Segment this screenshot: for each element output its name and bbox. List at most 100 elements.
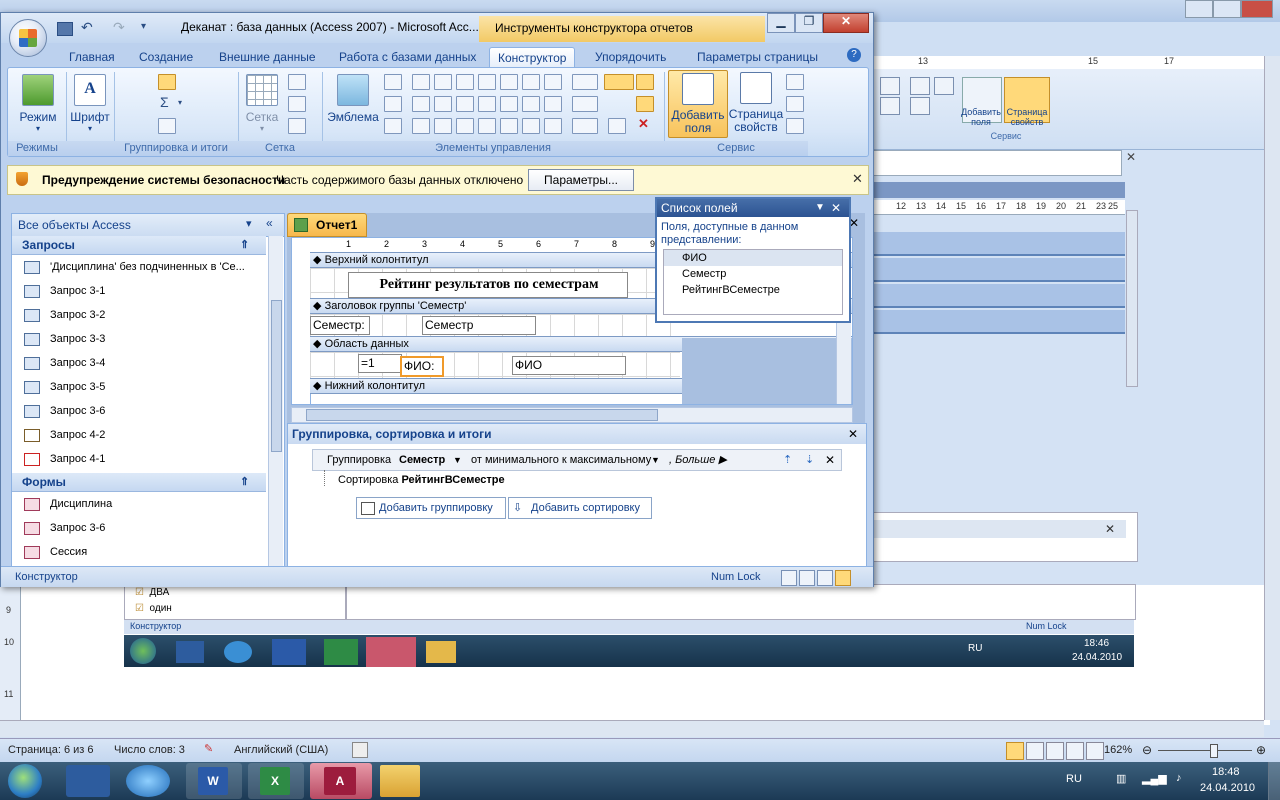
forms-section[interactable]: Формы ⇑ <box>12 473 266 492</box>
status-words[interactable]: Число слов: 3 <box>114 744 185 756</box>
line-color-2-icon[interactable] <box>572 118 598 134</box>
list-item[interactable]: Запрос 3-1 <box>12 279 268 303</box>
network-icon[interactable]: ▥ <box>1116 772 1126 785</box>
show-desktop-button[interactable] <box>1268 762 1280 800</box>
restore-icon[interactable] <box>1213 0 1241 18</box>
volume-icon[interactable]: ♪ <box>1176 772 1182 784</box>
hide-details-icon[interactable] <box>158 118 176 134</box>
hyperlink-icon[interactable] <box>544 96 562 112</box>
line-style-icon[interactable] <box>572 96 598 112</box>
print-layout-icon[interactable] <box>1006 742 1024 760</box>
title-icon[interactable] <box>384 74 402 90</box>
status-zoom[interactable]: 162% <box>1104 744 1132 756</box>
select-icon[interactable] <box>604 74 634 90</box>
spellcheck-icon[interactable]: ✎ <box>204 742 213 755</box>
page-header-area[interactable]: Рейтинг результатов по семестрам <box>310 268 680 298</box>
undo-icon[interactable]: ↶ <box>81 19 93 36</box>
close-icon[interactable]: ✕ <box>1105 522 1115 536</box>
subreport-icon[interactable] <box>786 118 804 134</box>
zoom-out-icon[interactable]: ⊖ <box>1142 743 1152 757</box>
tab-order-icon[interactable] <box>786 74 804 90</box>
clock-date[interactable]: 24.04.2010 <box>1200 782 1255 794</box>
print-preview-icon[interactable] <box>799 570 815 586</box>
vertical-scrollbar[interactable] <box>1264 56 1280 720</box>
move-up-icon[interactable]: ⇡ <box>783 450 792 470</box>
signal-icon[interactable]: ▂▄▆ <box>1142 772 1167 785</box>
tool-icon[interactable] <box>934 77 954 95</box>
chevron-down-icon[interactable]: ▾ <box>178 98 182 107</box>
logo-button[interactable]: Эмблема <box>326 72 380 124</box>
delete-icon[interactable]: ✕ <box>638 116 649 132</box>
group-sort-icon[interactable] <box>158 74 176 90</box>
status-page[interactable]: Страница: 6 из 6 <box>8 744 94 756</box>
word-taskbar-button[interactable]: W <box>186 763 242 799</box>
delete-icon[interactable]: ✕ <box>825 450 835 470</box>
list-item[interactable]: Запрос 3-5 <box>12 375 268 399</box>
field-item[interactable]: ФИО <box>664 250 842 266</box>
listbox-icon[interactable] <box>500 96 518 112</box>
design-horizontal-scrollbar[interactable] <box>291 407 853 423</box>
close-icon[interactable]: ✕ <box>1126 150 1136 164</box>
page-break-icon[interactable] <box>412 118 430 134</box>
excel-taskbar-button[interactable]: X <box>248 763 304 799</box>
list-item[interactable]: Запрос 3-4 <box>12 351 268 375</box>
chevron-down-icon[interactable]: ▼ <box>815 199 825 217</box>
close-icon[interactable] <box>1241 0 1273 18</box>
gridlines-button[interactable]: Сетка ▾ <box>240 72 284 133</box>
option-group-icon[interactable] <box>434 118 452 134</box>
line-width-icon[interactable] <box>288 74 306 90</box>
tab-arrange[interactable]: Упорядочить <box>587 47 674 67</box>
list-item[interactable]: 'Дисциплина' без подчиненных в 'Се... <box>12 255 268 279</box>
report-view-icon[interactable] <box>781 570 797 586</box>
tab-design[interactable]: Конструктор <box>489 47 576 68</box>
move-down-icon[interactable]: ⇣ <box>805 450 814 470</box>
horizontal-scrollbar[interactable] <box>0 720 1264 737</box>
attachment-icon[interactable] <box>544 118 562 134</box>
zoom-in-icon[interactable]: ⊕ <box>1256 743 1266 757</box>
help-icon[interactable]: ? <box>847 48 861 62</box>
toggle-icon[interactable] <box>544 74 562 90</box>
minimize-button[interactable]: ▁ <box>767 13 795 33</box>
list-item[interactable]: Дисциплина <box>12 492 268 516</box>
semester-label[interactable]: Семестр: <box>310 316 370 335</box>
view-button[interactable]: Режим ▾ <box>12 72 64 133</box>
semester-textbox[interactable]: Семестр <box>422 316 536 335</box>
control-wizards-icon[interactable] <box>636 96 654 112</box>
bound-object-icon[interactable] <box>522 118 540 134</box>
add-sort-button[interactable]: ⇩ Добавить сортировку <box>508 497 652 519</box>
line-color-icon[interactable] <box>288 118 306 134</box>
save-icon[interactable] <box>57 22 73 36</box>
radio-icon[interactable] <box>456 118 474 134</box>
restore-button[interactable]: ❐ <box>795 13 823 33</box>
tab-home[interactable]: Главная <box>61 47 123 67</box>
ie-icon[interactable] <box>126 765 170 797</box>
view-code-icon[interactable] <box>786 96 804 112</box>
line-thickness-icon[interactable] <box>572 74 598 90</box>
zoom-thumb[interactable] <box>1210 744 1218 758</box>
web-layout-icon[interactable] <box>1046 742 1064 760</box>
more-link[interactable]: , Больше ▶ <box>669 450 727 470</box>
status-language[interactable]: Английский (США) <box>234 744 328 756</box>
field-item[interactable]: РейтингВСеместре <box>664 282 842 298</box>
grouping-row[interactable]: Группировка Семестр ▼ от минимального к … <box>312 449 842 471</box>
language-indicator[interactable]: RU <box>1066 773 1082 785</box>
textbox-icon[interactable] <box>412 74 430 90</box>
nav-header[interactable]: Все объекты Access ▾ « <box>12 214 284 237</box>
date-time-icon[interactable] <box>384 118 402 134</box>
object-frame-icon[interactable] <box>500 118 518 134</box>
design-view-icon[interactable] <box>835 570 851 586</box>
detail-area[interactable]: =1 ФИО: ФИО <box>310 352 680 378</box>
button-icon[interactable] <box>478 74 496 90</box>
clock-time[interactable]: 18:48 <box>1212 766 1240 778</box>
subform-icon[interactable] <box>522 96 540 112</box>
report-title-label[interactable]: Рейтинг результатов по семестрам <box>348 272 628 298</box>
list-item[interactable]: Запрос 3-3 <box>12 327 268 351</box>
totals-icon[interactable]: Σ <box>160 94 169 110</box>
chevron-down-icon[interactable]: ▾ <box>246 217 252 230</box>
close-icon[interactable]: ✕ <box>852 171 863 187</box>
list-item[interactable]: Запрос 4-2 <box>12 423 268 447</box>
scroll-thumb[interactable] <box>306 409 658 421</box>
counter-textbox[interactable]: =1 <box>358 354 402 373</box>
document-tab[interactable]: Отчет1 <box>287 213 367 237</box>
page-numbers-icon[interactable] <box>384 96 402 112</box>
